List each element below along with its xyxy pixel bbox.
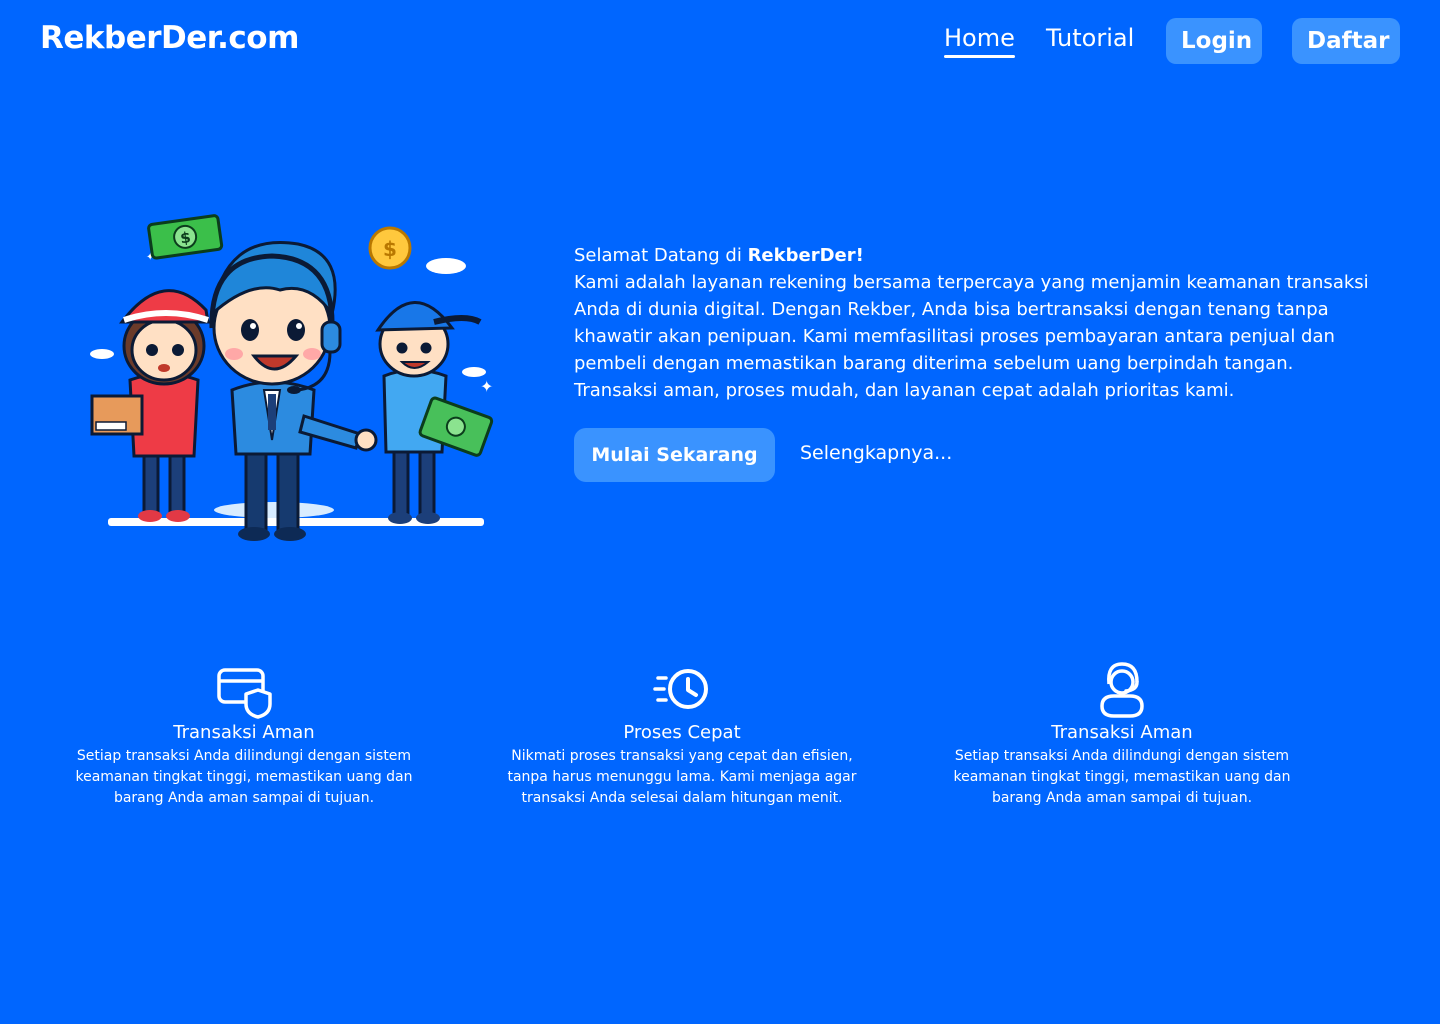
register-button[interactable]: Daftar <box>1292 18 1400 64</box>
feature-title: Proses Cepat <box>623 722 741 743</box>
hero-description: Kami adalah layanan rekening bersama ter… <box>574 272 1369 401</box>
feature-description: Setiap transaksi Anda dilindungi dengan … <box>75 748 413 806</box>
feature-card-secure: Transaksi Aman Setiap transaksi Anda dil… <box>54 660 434 809</box>
learn-more-link[interactable]: Selengkapnya... <box>800 442 952 464</box>
svg-text:✦: ✦ <box>480 377 493 396</box>
svg-text:$: $ <box>383 237 397 261</box>
navbar: RekberDer.com Home Tutorial Login Daftar <box>0 0 1440 84</box>
feature-description: Setiap transaksi Anda dilindungi dengan … <box>953 748 1291 806</box>
fast-clock-icon <box>653 669 708 709</box>
feature-title: Transaksi Aman <box>173 722 315 743</box>
welcome-heading: Selamat Datang di RekberDer! <box>574 242 1374 269</box>
feature-card-fast: Proses Cepat Nikmati proses transaksi ya… <box>492 660 872 809</box>
support-headset-icon <box>1100 662 1144 718</box>
hero-text: Selamat Datang di RekberDer! Kami adalah… <box>574 242 1374 404</box>
start-now-button[interactable]: Mulai Sekarang <box>574 428 775 482</box>
feature-card-support: Transaksi Aman Setiap transaksi Anda dil… <box>932 660 1312 809</box>
card-shield-icon <box>217 668 272 719</box>
nav-home-link[interactable]: Home <box>944 24 1015 58</box>
welcome-prefix: Selamat Datang di <box>574 245 748 266</box>
feature-title: Transaksi Aman <box>1051 722 1193 743</box>
welcome-brand: RekberDer! <box>747 245 864 266</box>
customer-service-team-illustration: ✦ ✦ $ $ <box>90 214 493 541</box>
nav-tutorial-link[interactable]: Tutorial <box>1046 24 1134 52</box>
brand-logo[interactable]: RekberDer.com <box>40 20 299 56</box>
login-button[interactable]: Login <box>1166 18 1262 64</box>
feature-description: Nikmati proses transaksi yang cepat dan … <box>507 748 857 806</box>
